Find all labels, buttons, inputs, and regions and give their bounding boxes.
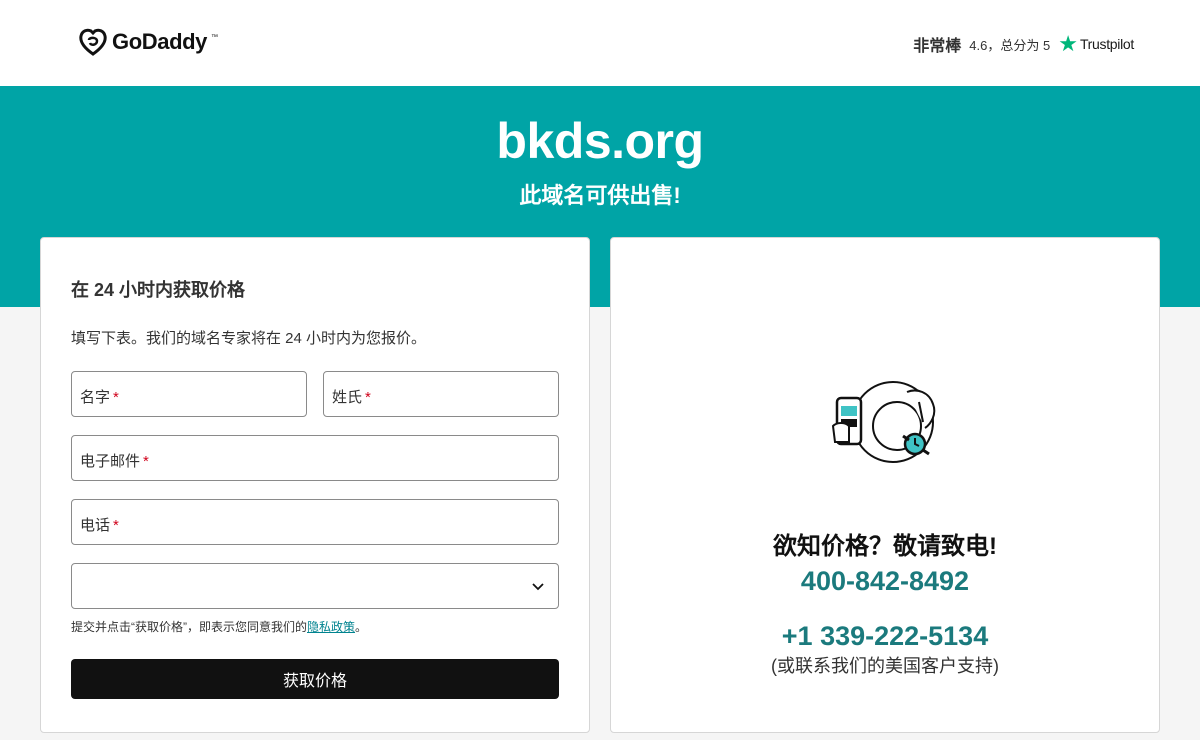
required-mark: * xyxy=(365,389,371,406)
first-name-label: 名字 * xyxy=(80,389,119,406)
quote-form-card: 在 24 小时内获取价格 填写下表。我们的域名专家将在 24 小时内为您报价。 … xyxy=(40,237,590,733)
trust-grade: 非常棒 xyxy=(913,38,962,55)
site-header: GoDaddy ™ 非常棒 4.6，总分为 5 ★ Trustpilot xyxy=(0,0,1200,86)
phone-label: 电话 * xyxy=(80,517,119,534)
godaddy-heart-icon xyxy=(79,28,107,56)
domain-name: bkds.org xyxy=(496,113,704,169)
last-name-field[interactable]: 姓氏 * xyxy=(323,371,559,417)
required-mark: * xyxy=(143,453,149,470)
required-mark: * xyxy=(113,517,119,534)
trustpilot-star-icon: ★ xyxy=(1058,31,1078,56)
required-mark: * xyxy=(113,389,119,406)
trustpilot-rating[interactable]: 非常棒 4.6，总分为 5 ★ Trustpilot xyxy=(913,32,1134,56)
chevron-down-icon xyxy=(532,583,544,591)
logo-trademark: ™ xyxy=(211,33,218,41)
call-prompt: 欲知价格？敬请致电! xyxy=(773,533,997,560)
us-support-note: (或联系我们的美国客户支持) xyxy=(771,656,999,676)
last-name-label: 姓氏 * xyxy=(332,389,371,406)
form-description: 填写下表。我们的域名专家将在 24 小时内为您报价。 xyxy=(71,330,427,347)
logo-wordmark: GoDaddy xyxy=(112,29,207,54)
first-name-field[interactable]: 名字 * xyxy=(71,371,307,417)
trustpilot-brand: Trustpilot xyxy=(1079,36,1134,52)
phone-number-cn[interactable]: 400-842-8492 xyxy=(611,566,1159,597)
email-field[interactable]: 电子邮件 * xyxy=(71,435,559,481)
privacy-policy-link[interactable]: 隐私政策 xyxy=(307,620,355,634)
phone-support-illustration-icon xyxy=(831,381,936,463)
phone-field[interactable]: 电话 * xyxy=(71,499,559,545)
contact-card: 欲知价格？敬请致电! 400-842-8492 +1 339-222-5134 … xyxy=(610,237,1160,733)
consent-text: 提交并点击“获取价格”，即表示您同意我们的隐私政策。 xyxy=(71,620,368,634)
godaddy-logo[interactable]: GoDaddy ™ xyxy=(78,28,218,56)
trust-score: 4.6，总分为 5 xyxy=(969,37,1051,53)
for-sale-subtitle: 此域名可供出售! xyxy=(519,183,681,208)
email-label: 电子邮件 * xyxy=(80,453,149,470)
form-title: 在 24 小时内获取价格 xyxy=(71,280,246,300)
country-code-select[interactable] xyxy=(71,563,559,609)
get-price-button[interactable]: 获取价格 xyxy=(71,659,559,699)
phone-number-us[interactable]: +1 339-222-5134 xyxy=(611,621,1159,652)
